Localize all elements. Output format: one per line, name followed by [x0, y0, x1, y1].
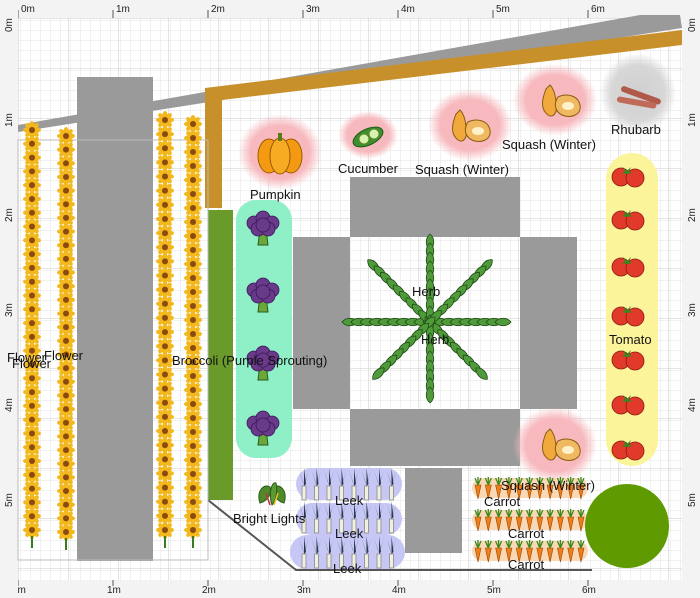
ruler-left-label: 1m	[4, 113, 15, 127]
ruler-bottom: 0m 1m 2m 3m 4m 5m 6m	[0, 580, 700, 598]
ruler-right-label: 4m	[687, 398, 698, 412]
garden-plan: 0m 1m 2m 3m 4m 5m 6m 0m 1m 2m 3m 4m 5m 6m 0m 1m 2m 3m 4m…	[0, 0, 700, 598]
tomato-icon	[611, 257, 645, 278]
ruler-top-label: 4m	[401, 4, 415, 15]
path-bottom	[350, 409, 520, 466]
path-left	[293, 237, 350, 409]
ruler-top-label: 0m	[21, 4, 35, 15]
ruler-top-label: 3m	[306, 4, 320, 15]
ruler-bottom-label: 6m	[582, 585, 596, 596]
tomato-icon	[611, 350, 645, 371]
ruler-top-label: 2m	[211, 4, 225, 15]
label-bright-lights: Bright Lights	[233, 511, 306, 526]
ruler-left: 0m 1m 2m 3m 4m 5m	[0, 0, 18, 598]
label-carrot-2: Carrot	[508, 526, 545, 541]
herb-leaf-icon	[425, 386, 435, 404]
path-small	[405, 468, 462, 553]
label-pumpkin: Pumpkin	[250, 187, 301, 202]
ruler-top: 0m 1m 2m 3m 4m 5m 6m	[0, 0, 700, 18]
ruler-right-label: 0m	[687, 18, 698, 32]
ruler-bottom-label: 5m	[487, 585, 501, 596]
path-main-vertical	[77, 77, 153, 561]
label-flower-c: Flower	[44, 348, 84, 363]
ruler-left-label: 5m	[4, 493, 15, 507]
path-right	[520, 237, 577, 409]
label-squash-3: Squash (Winter)	[501, 478, 595, 493]
label-tomato: Tomato	[609, 332, 652, 347]
tomato-icon	[611, 440, 645, 461]
label-leek-3: Leek	[333, 561, 362, 576]
ruler-bottom-label: 4m	[392, 585, 406, 596]
tomato-icon	[611, 210, 645, 231]
label-rhubarb: Rhubarb	[611, 122, 661, 137]
label-carrot-1: Carrot	[484, 494, 521, 509]
ruler-right-label: 2m	[687, 208, 698, 222]
ruler-left-label: 3m	[4, 303, 15, 317]
tomato-icon	[611, 306, 645, 327]
ruler-top-label: 6m	[591, 4, 605, 15]
ruler-bottom-label: 3m	[297, 585, 311, 596]
path-top	[350, 177, 520, 237]
label-broccoli: Broccoli (Purple Sprouting)	[172, 353, 327, 368]
ruler-top-label: 1m	[116, 4, 130, 15]
label-cucumber: Cucumber	[338, 161, 399, 176]
label-leek-1: Leek	[335, 493, 364, 508]
ruler-bottom-label: 1m	[107, 585, 121, 596]
ruler-right-label: 5m	[687, 493, 698, 507]
label-squash-2: Squash (Winter)	[502, 137, 596, 152]
tree-icon	[585, 484, 669, 568]
ruler-right-label: 3m	[687, 303, 698, 317]
ruler-left-label: 4m	[4, 398, 15, 412]
ruler-left-label: 2m	[4, 208, 15, 222]
label-squash-1: Squash (Winter)	[415, 162, 509, 177]
label-herb-2: Herb	[421, 332, 449, 347]
label-carrot-3: Carrot	[508, 557, 545, 572]
herb-leaf-icon	[494, 317, 512, 327]
ruler-left-label: 0m	[4, 18, 15, 32]
ruler-right-label: 1m	[687, 113, 698, 127]
ruler-bottom-label: 2m	[202, 585, 216, 596]
tomato-icon	[611, 395, 645, 416]
label-leek-2: Leek	[335, 526, 364, 541]
ruler-right: 0m 1m 2m 3m 4m 5m	[682, 0, 700, 598]
tomato-icon	[611, 167, 645, 188]
label-herb-1: Herb	[412, 284, 440, 299]
ruler-top-label: 5m	[496, 4, 510, 15]
